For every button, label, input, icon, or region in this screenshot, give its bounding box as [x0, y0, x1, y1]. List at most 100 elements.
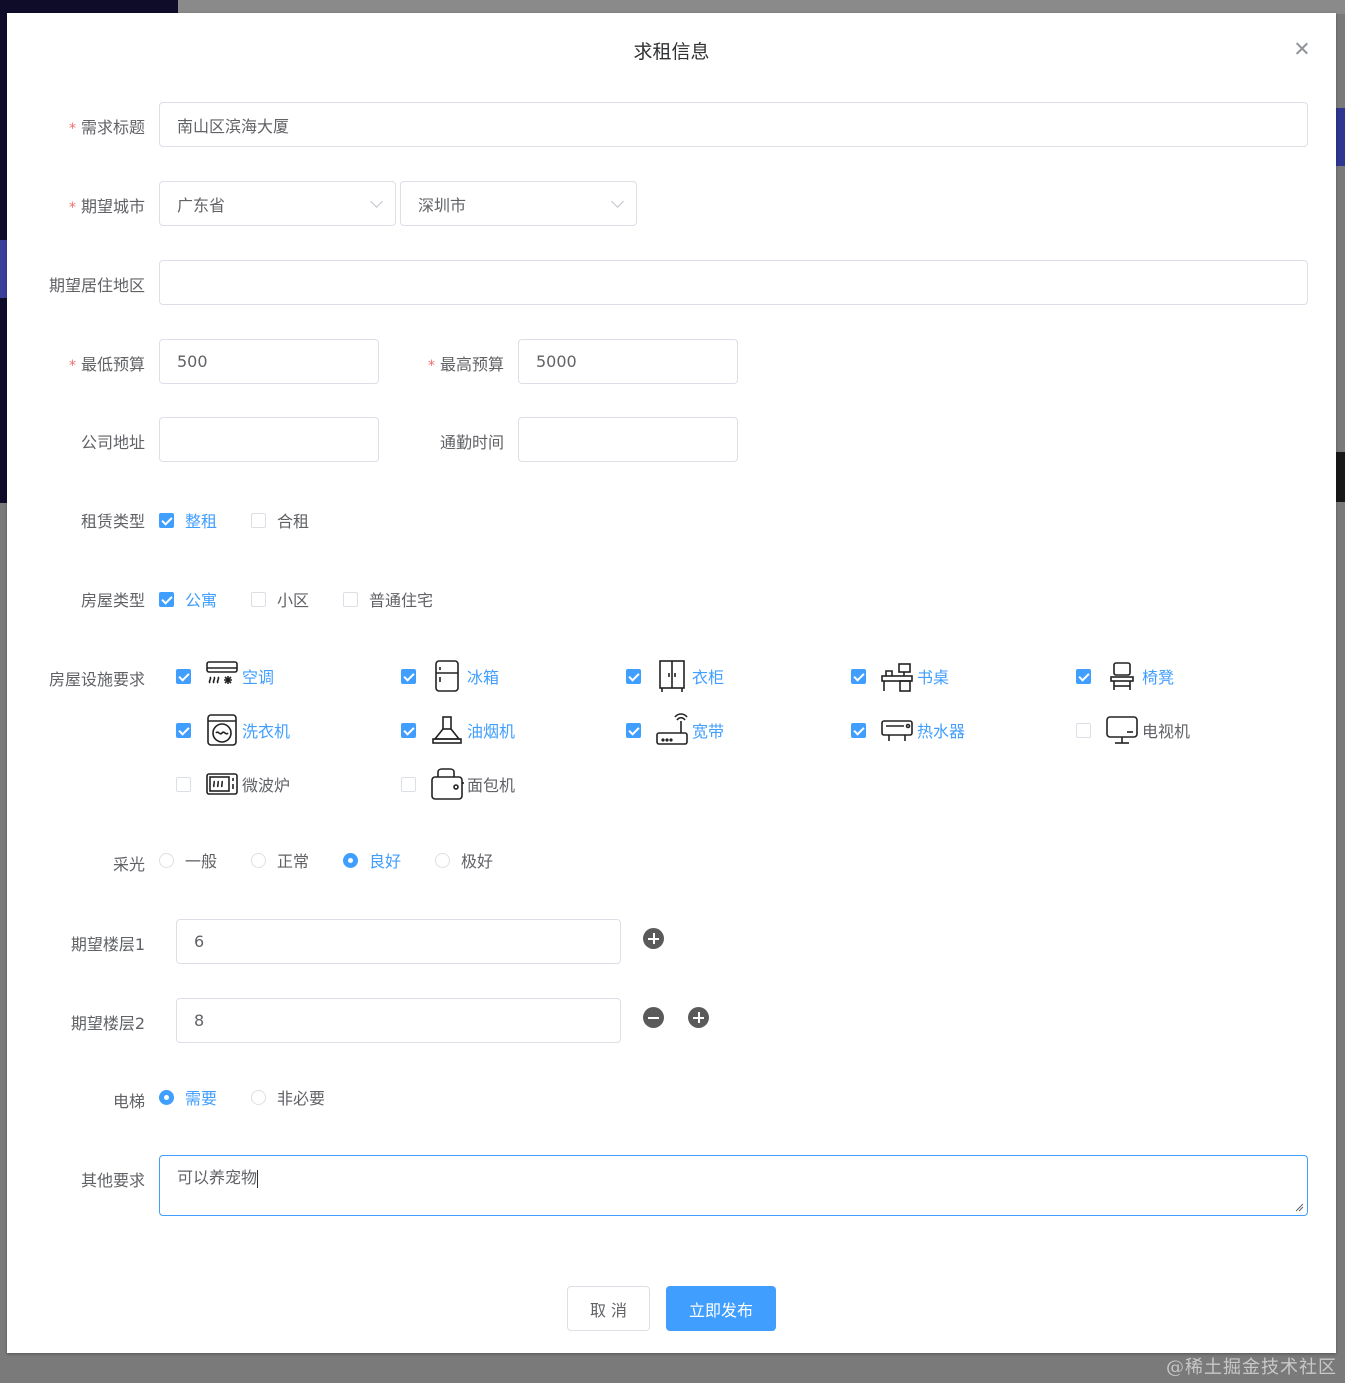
- background-header: [178, 0, 1345, 14]
- background-tab: [1335, 108, 1345, 166]
- floor1-label: 期望楼层1: [70, 935, 145, 954]
- checkbox[interactable]: [401, 722, 416, 738]
- facility-air-conditioner[interactable]: 空调: [176, 659, 274, 693]
- commute-label: 通勤时间: [439, 433, 504, 452]
- light-option-normal[interactable]: 一般: [159, 848, 217, 872]
- checkbox[interactable]: [159, 512, 174, 528]
- province-select[interactable]: 广东省: [159, 181, 396, 226]
- elevator-option-required[interactable]: 需要: [159, 1085, 217, 1109]
- area-input[interactable]: [159, 260, 1308, 305]
- cancel-button[interactable]: 取 消: [567, 1286, 650, 1331]
- rent-type-whole[interactable]: 整租: [159, 508, 217, 532]
- radio[interactable]: [251, 852, 266, 868]
- floor1-input[interactable]: 6: [176, 919, 621, 964]
- other-textarea[interactable]: 可以养宠物: [159, 1155, 1308, 1216]
- checkbox[interactable]: [851, 722, 866, 738]
- checkbox[interactable]: [159, 591, 174, 607]
- checkbox[interactable]: [626, 722, 641, 738]
- checkbox[interactable]: [176, 722, 191, 738]
- facility-broadband[interactable]: 宽带: [626, 713, 724, 747]
- facility-desk[interactable]: 书桌: [851, 659, 949, 693]
- desk-icon: [881, 663, 913, 692]
- background-dark-strip: [1335, 452, 1345, 502]
- dialog-title: 求租信息: [633, 41, 710, 63]
- add-floor-icon[interactable]: [688, 1007, 709, 1028]
- required-star: *: [68, 121, 76, 137]
- checkbox[interactable]: [401, 776, 416, 792]
- radio[interactable]: [159, 1089, 174, 1105]
- checkbox[interactable]: [251, 591, 266, 607]
- area-label: 期望居住地区: [48, 276, 145, 295]
- radio[interactable]: [159, 852, 174, 868]
- light-option-good[interactable]: 良好: [343, 848, 401, 872]
- company-label: 公司地址: [80, 433, 145, 452]
- submit-button[interactable]: 立即发布: [666, 1286, 776, 1331]
- router-icon: [656, 713, 688, 745]
- light-label: 采光: [112, 855, 145, 874]
- checkbox[interactable]: [176, 668, 191, 684]
- radio[interactable]: [435, 852, 450, 868]
- min-budget-input[interactable]: 500: [159, 339, 379, 384]
- title-label: * 需求标题: [68, 118, 145, 137]
- air-conditioner-icon: [206, 661, 238, 684]
- checkbox[interactable]: [851, 668, 866, 684]
- required-star: *: [427, 358, 435, 374]
- microwave-icon: [206, 773, 238, 795]
- watermark: @稀土掘金技术社区: [1166, 1357, 1337, 1378]
- checkbox[interactable]: [626, 668, 641, 684]
- rent-type-label: 租赁类型: [80, 512, 145, 531]
- checkbox[interactable]: [401, 668, 416, 684]
- checkbox[interactable]: [176, 776, 191, 792]
- facility-chair[interactable]: 椅凳: [1076, 659, 1174, 693]
- facility-range-hood[interactable]: 油烟机: [401, 713, 515, 747]
- resize-handle-icon[interactable]: [1295, 1203, 1304, 1212]
- min-budget-label: * 最低预算: [68, 355, 145, 374]
- radio[interactable]: [343, 852, 358, 868]
- required-star: *: [68, 358, 76, 374]
- facility-microwave[interactable]: 微波炉: [176, 767, 290, 801]
- floor2-input[interactable]: 8: [176, 998, 621, 1043]
- range-hood-icon: [432, 716, 462, 744]
- facility-water-heater[interactable]: 热水器: [851, 713, 965, 747]
- light-option-regular[interactable]: 正常: [251, 848, 309, 872]
- toaster-icon: [431, 768, 464, 800]
- facility-fridge[interactable]: 冰箱: [401, 659, 499, 693]
- city-select[interactable]: 深圳市: [400, 181, 637, 226]
- washing-machine-icon: [207, 714, 237, 746]
- house-type-label: 房屋类型: [80, 591, 145, 610]
- elevator-label: 电梯: [112, 1092, 145, 1111]
- facility-tv[interactable]: 电视机: [1076, 713, 1190, 747]
- water-heater-icon: [881, 720, 913, 741]
- facility-washing-machine[interactable]: 洗衣机: [176, 713, 290, 747]
- chevron-down-icon: [370, 195, 383, 208]
- close-icon[interactable]: [1292, 39, 1312, 59]
- title-input[interactable]: 南山区滨海大厦: [159, 102, 1308, 147]
- light-option-excellent[interactable]: 极好: [435, 848, 493, 872]
- checkbox[interactable]: [1076, 668, 1091, 684]
- remove-floor-icon[interactable]: [643, 1007, 664, 1028]
- house-type-residence[interactable]: 普通住宅: [343, 587, 433, 611]
- rent-type-shared[interactable]: 合租: [251, 508, 309, 532]
- max-budget-input[interactable]: 5000: [518, 339, 738, 384]
- chair-icon: [1110, 662, 1134, 690]
- facility-toaster[interactable]: 面包机: [401, 767, 515, 801]
- required-star: *: [68, 200, 76, 216]
- max-budget-label: * 最高预算: [427, 355, 504, 374]
- radio[interactable]: [251, 1089, 266, 1105]
- add-floor-icon[interactable]: [643, 928, 664, 949]
- checkbox[interactable]: [1076, 722, 1091, 738]
- facility-wardrobe[interactable]: 衣柜: [626, 659, 724, 693]
- commute-input[interactable]: [518, 417, 738, 462]
- company-input[interactable]: [159, 417, 379, 462]
- house-type-apartment[interactable]: 公寓: [159, 587, 217, 611]
- rent-request-dialog: 求租信息 * 需求标题 南山区滨海大厦 * 期望城市 广东省 深圳市 期望居住地区 …: [7, 13, 1336, 1353]
- checkbox[interactable]: [343, 591, 358, 607]
- fridge-icon: [435, 660, 459, 692]
- wardrobe-icon: [659, 660, 685, 692]
- text-caret: [257, 1169, 259, 1188]
- checkbox[interactable]: [251, 512, 266, 528]
- other-label: 其他要求: [80, 1171, 145, 1190]
- house-type-community[interactable]: 小区: [251, 587, 309, 611]
- floor2-label: 期望楼层2: [70, 1014, 145, 1033]
- elevator-option-optional[interactable]: 非必要: [251, 1085, 325, 1109]
